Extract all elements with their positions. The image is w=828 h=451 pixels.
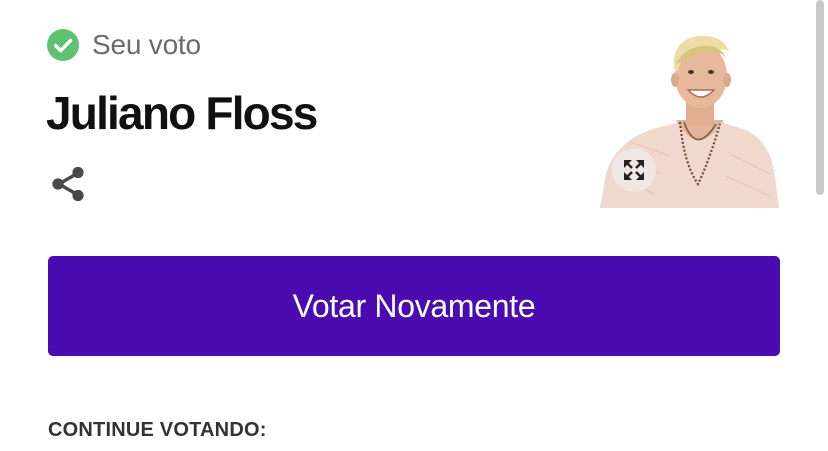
continue-voting-heading: CONTINUE VOTANDO: bbox=[48, 419, 267, 441]
candidate-name: Juliano Floss bbox=[46, 87, 318, 139]
vote-status-label: Seu voto bbox=[92, 29, 201, 60]
check-circle-icon bbox=[47, 29, 79, 61]
scrollbar[interactable] bbox=[816, 0, 824, 195]
share-icon[interactable] bbox=[49, 165, 87, 203]
vote-status: Seu voto bbox=[47, 28, 201, 62]
vote-confirmation-page: Seu voto Juliano Floss Votar Novamente C… bbox=[0, 0, 828, 451]
expand-photo-button[interactable] bbox=[612, 148, 656, 192]
expand-icon bbox=[624, 160, 644, 180]
vote-again-button[interactable]: Votar Novamente bbox=[48, 256, 780, 356]
